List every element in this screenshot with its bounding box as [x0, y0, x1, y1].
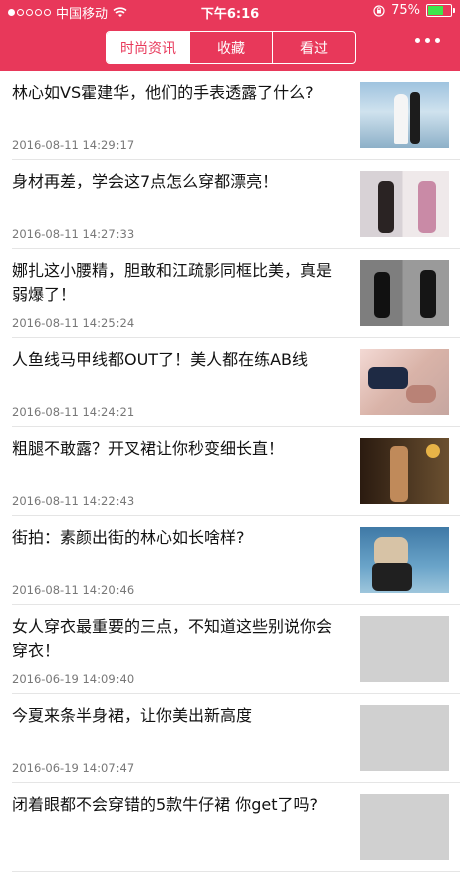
- list-item[interactable]: 人鱼线马甲线都OUT了！美人都在练AB线 2016-08-11 14:24:21: [12, 338, 460, 427]
- more-options-icon[interactable]: [415, 38, 440, 43]
- article-date: 2016-08-11 14:20:46: [12, 583, 135, 597]
- article-title: 娜扎这小腰精，胆敢和江疏影同框比美，真是弱爆了！: [12, 261, 333, 304]
- battery-percent: 75%: [391, 3, 420, 18]
- article-title: 闭着眼都不会穿错的5款牛仔裙 你get了吗?: [12, 795, 319, 814]
- article-title: 今夏来条半身裙，让你美出新高度: [12, 706, 253, 725]
- article-title: 街拍：素颜出街的林心如长啥样?: [12, 528, 245, 547]
- article-thumbnail: [360, 260, 449, 326]
- article-date: 2016-08-11 14:25:24: [12, 316, 135, 330]
- article-title: 粗腿不敢露？开叉裙让你秒变细长直！: [12, 439, 285, 458]
- article-title: 身材再差，学会这7点怎么穿都漂亮！: [12, 172, 279, 191]
- tab-favorites[interactable]: 收藏: [189, 32, 272, 63]
- article-thumbnail-placeholder: [360, 794, 449, 860]
- article-date: 2016-08-11 14:27:33: [12, 227, 135, 241]
- article-thumbnail-placeholder: [360, 705, 449, 771]
- article-date: 2016-06-19 14:09:40: [12, 672, 135, 686]
- article-thumbnail: [360, 171, 449, 237]
- article-title: 人鱼线马甲线都OUT了！美人都在练AB线: [12, 350, 309, 369]
- article-thumbnail: [360, 82, 449, 148]
- tab-history[interactable]: 看过: [272, 32, 355, 63]
- rotation-lock-icon: [373, 4, 385, 17]
- article-date: 2016-08-11 14:22:43: [12, 494, 135, 508]
- list-item[interactable]: 娜扎这小腰精，胆敢和江疏影同框比美，真是弱爆了！ 2016-08-11 14:2…: [12, 249, 460, 338]
- article-thumbnail: [360, 349, 449, 415]
- tab-fashion-news[interactable]: 时尚资讯: [107, 32, 189, 63]
- list-item[interactable]: 女人穿衣最重要的三点，不知道这些别说你会穿衣！ 2016-06-19 14:09…: [12, 605, 460, 694]
- list-item[interactable]: 林心如VS霍建华，他们的手表透露了什么? 2016-08-11 14:29:17: [12, 71, 460, 160]
- article-thumbnail: [360, 527, 449, 593]
- article-date: 2016-06-19 14:07:47: [12, 761, 135, 775]
- article-date: 2016-08-11 14:29:17: [12, 138, 135, 152]
- article-title: 林心如VS霍建华，他们的手表透露了什么?: [12, 83, 314, 102]
- list-item[interactable]: 粗腿不敢露？开叉裙让你秒变细长直！ 2016-08-11 14:22:43: [12, 427, 460, 516]
- article-thumbnail-placeholder: [360, 616, 449, 682]
- status-bar: 中国移动 下午6:16 75%: [0, 0, 460, 22]
- article-title: 女人穿衣最重要的三点，不知道这些别说你会穿衣！: [12, 617, 333, 660]
- segmented-tabs: 时尚资讯 收藏 看过: [106, 31, 356, 64]
- list-item[interactable]: 身材再差，学会这7点怎么穿都漂亮！ 2016-08-11 14:27:33: [12, 160, 460, 249]
- battery-icon: [426, 4, 455, 17]
- article-list: 林心如VS霍建华，他们的手表透露了什么? 2016-08-11 14:29:17…: [0, 71, 460, 872]
- list-item[interactable]: 街拍：素颜出街的林心如长啥样? 2016-08-11 14:20:46: [12, 516, 460, 605]
- article-thumbnail: [360, 438, 449, 504]
- app-header: 中国移动 下午6:16 75% 时尚资讯 收藏 看过: [0, 0, 460, 71]
- list-item[interactable]: 今夏来条半身裙，让你美出新高度 2016-06-19 14:07:47: [12, 694, 460, 783]
- list-item[interactable]: 闭着眼都不会穿错的5款牛仔裙 你get了吗?: [12, 783, 460, 872]
- article-date: 2016-08-11 14:24:21: [12, 405, 135, 419]
